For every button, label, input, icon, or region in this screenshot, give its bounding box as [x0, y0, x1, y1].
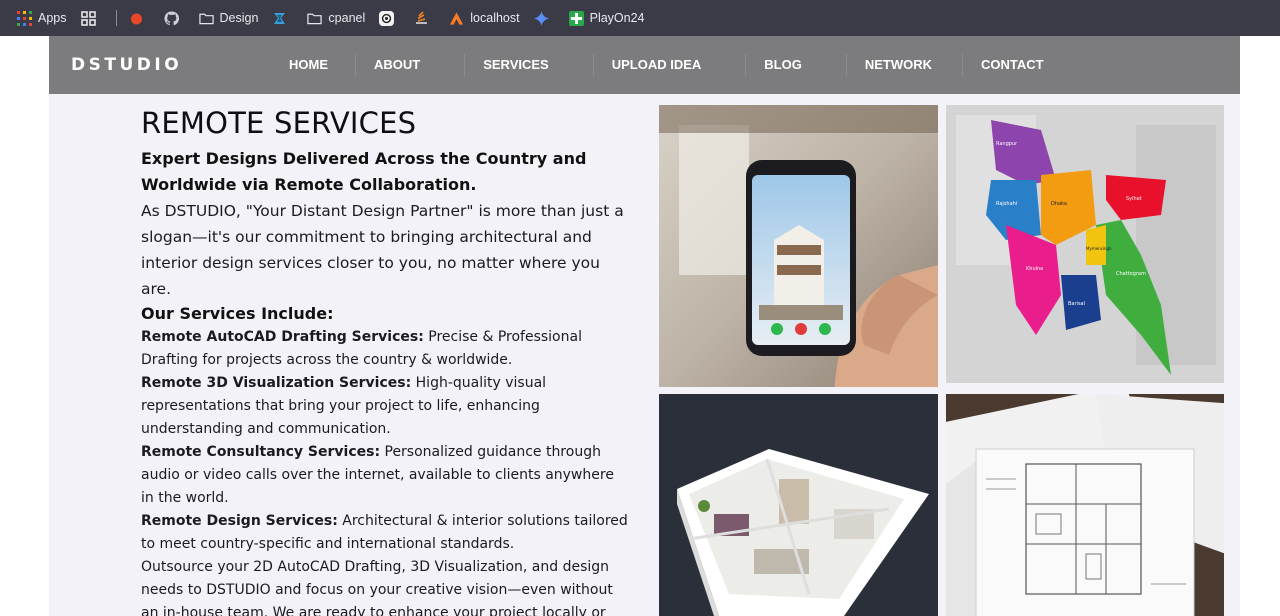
bookmark-grid[interactable] — [80, 6, 102, 30]
service-name: Remote Design Services: — [141, 513, 338, 529]
bookmark-apps[interactable]: Apps — [17, 6, 67, 30]
service-name: Remote 3D Visualization Services: — [141, 375, 412, 391]
site-logo[interactable]: DSTUDIO — [71, 55, 182, 75]
blueprint-drawings-image — [946, 394, 1224, 616]
nav-services[interactable]: SERVICES — [464, 54, 593, 76]
apps-grid-icon — [17, 10, 32, 26]
bangladesh-map-image: Rangpur Rajshahi Dhaka Sylhet Khulna Bar… — [946, 105, 1224, 383]
phone-video-call-image — [659, 105, 938, 387]
bookmark-label: cpanel — [328, 11, 366, 25]
nav-upload-idea[interactable]: UPLOAD IDEA — [592, 54, 746, 76]
bookmark-github[interactable] — [163, 6, 185, 30]
outro-text: Outsource your 2D AutoCAD Drafting, 3D V… — [141, 559, 613, 616]
map-label: Rajshahi — [996, 201, 1017, 207]
service-item: Remote Consultancy Services: Personalize… — [141, 441, 631, 510]
folder-icon — [198, 13, 214, 24]
services-heading: Our Services Include: — [141, 304, 334, 323]
service-item: Remote 3D Visualization Services: High-q… — [141, 372, 631, 441]
bookmark-blue-logo[interactable] — [272, 6, 293, 30]
github-icon — [163, 10, 179, 25]
nav-home[interactable]: HOME — [271, 54, 355, 76]
main-menu: HOME ABOUT SERVICES UPLOAD IDEA BLOG NET… — [271, 36, 1062, 94]
green-cross-icon — [568, 10, 584, 26]
openai-icon — [379, 10, 395, 26]
red-dot-icon — [130, 13, 142, 24]
3d-floor-plan-image — [659, 394, 938, 616]
page-title: REMOTE SERVICES — [141, 106, 417, 140]
bookmark-cpanel[interactable]: cpanel — [307, 6, 365, 30]
bookmark-stack[interactable] — [414, 6, 435, 30]
bookmark-sparkle[interactable] — [533, 6, 555, 30]
intro-text: As DSTUDIO, "Your Distant Design Partner… — [141, 202, 624, 298]
bookmark-label: localhost — [470, 11, 520, 25]
stack-icon — [416, 10, 428, 24]
service-item: Remote AutoCAD Drafting Services: Precis… — [141, 326, 631, 372]
bookmarks-separator — [115, 10, 117, 26]
bookmark-label: Design — [219, 11, 259, 25]
bookmark-openai[interactable] — [379, 6, 400, 30]
map-label: Khulna — [1026, 266, 1043, 272]
site-navbar: DSTUDIO HOME ABOUT SERVICES UPLOAD IDEA … — [49, 36, 1240, 94]
bookmark-label: Apps — [38, 11, 67, 25]
xampp-icon — [450, 11, 464, 25]
grid-icon — [80, 10, 96, 26]
service-name: Remote Consultancy Services: — [141, 444, 381, 460]
sparkle-icon — [533, 10, 549, 26]
folder-icon — [307, 13, 323, 24]
service-name: Remote AutoCAD Drafting Services: — [141, 329, 424, 345]
nav-blog[interactable]: BLOG — [745, 54, 846, 76]
map-label: Dhaka — [1051, 201, 1067, 207]
nav-network[interactable]: NETWORK — [845, 54, 962, 76]
map-label: Barisal — [1068, 301, 1085, 307]
main-content: REMOTE SERVICES Expert Designs Delivered… — [141, 106, 631, 616]
bookmark-design[interactable]: Design — [198, 6, 259, 30]
bookmark-localhost[interactable]: localhost — [449, 6, 520, 30]
map-label: Sylhet — [1126, 196, 1142, 202]
bookmarks-bar: Apps Design cpanel localhost PlayOn24 — [0, 0, 1280, 36]
lead-text: Expert Designs Delivered Across the Coun… — [141, 149, 587, 194]
bookmark-label: PlayOn24 — [589, 11, 645, 25]
nav-about[interactable]: ABOUT — [355, 54, 464, 76]
bookmark-red[interactable] — [129, 6, 150, 30]
map-label: Mymensingh — [1086, 246, 1112, 251]
map-label: Rangpur — [996, 141, 1018, 147]
bookmark-playon24[interactable]: PlayOn24 — [568, 6, 645, 30]
service-item: Remote Design Services: Architectural & … — [141, 510, 631, 556]
nav-contact[interactable]: CONTACT — [962, 54, 1062, 76]
site-page: DSTUDIO HOME ABOUT SERVICES UPLOAD IDEA … — [49, 36, 1240, 616]
map-label: Chattogram — [1116, 271, 1146, 277]
blue-logo-icon — [274, 12, 286, 24]
